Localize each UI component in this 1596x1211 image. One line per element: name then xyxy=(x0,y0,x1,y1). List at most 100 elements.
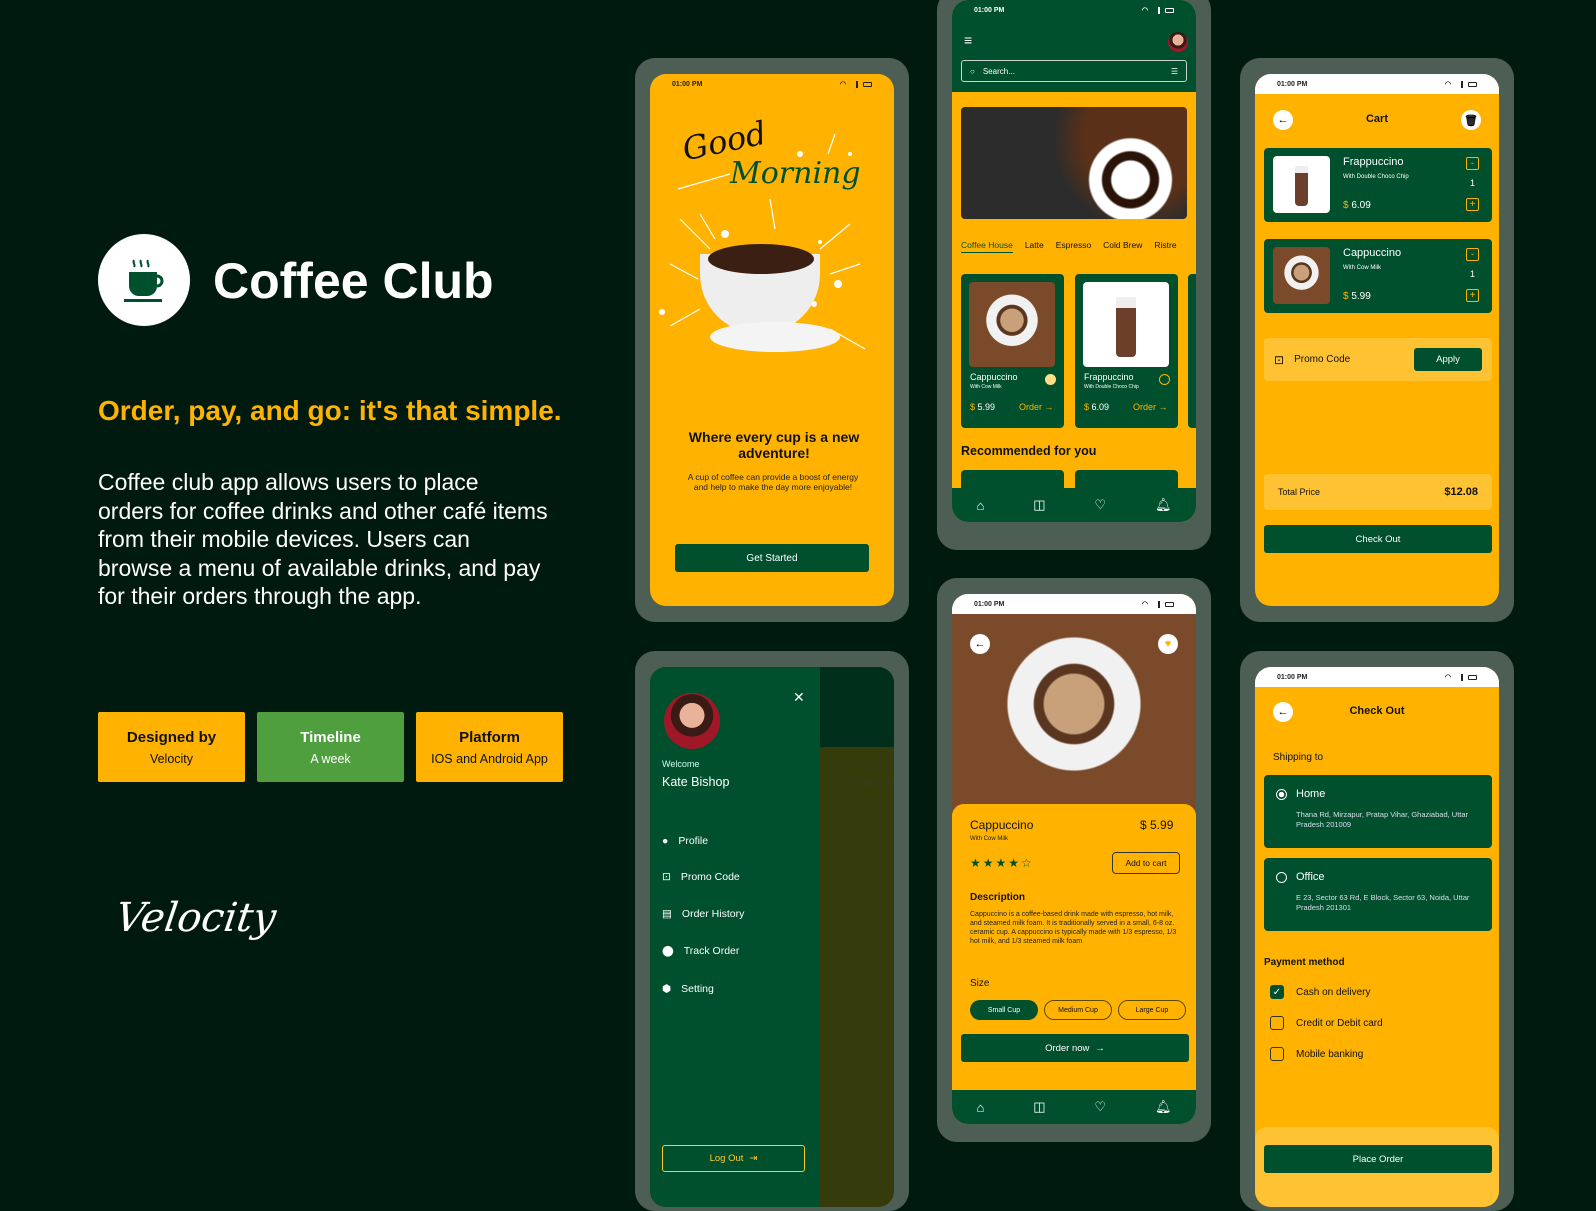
promo-code-row: ⊡ Promo Code Apply xyxy=(1264,338,1492,381)
bell-icon[interactable]: 🔔︎ xyxy=(1155,1099,1172,1115)
receipt-icon: ▤ xyxy=(662,908,672,920)
item-price: 6.09 xyxy=(1351,200,1371,211)
total-price: $12.08 xyxy=(1444,486,1478,498)
checkbox-unchecked[interactable] xyxy=(1270,1047,1284,1061)
drawer-item-track-order[interactable]: ⬤ Track Order xyxy=(662,945,739,957)
logout-button[interactable]: Log Out ⇥ xyxy=(662,1145,805,1172)
tab-coffee-house[interactable]: Coffee House xyxy=(961,240,1013,253)
drawer-item-setting[interactable]: ⬢ Setting xyxy=(662,983,714,995)
apply-button[interactable]: Apply xyxy=(1414,348,1482,371)
product-price: 6.09 xyxy=(1091,402,1110,412)
gear-icon: ⬢ xyxy=(662,983,672,995)
quantity: 1 xyxy=(1470,178,1476,188)
size-large-cup[interactable]: Large Cup xyxy=(1118,1000,1186,1020)
product-card[interactable]: Frappuccino With Double Choco Chip $ 6.0… xyxy=(1075,274,1178,428)
cappuccino-image xyxy=(969,282,1055,367)
product-subtitle: With Cow Milk xyxy=(970,836,1009,842)
bell-icon[interactable]: 🔔︎ xyxy=(1155,497,1172,513)
back-button[interactable]: ← xyxy=(970,634,990,654)
app-logo xyxy=(98,234,190,326)
favorite-icon[interactable] xyxy=(1159,374,1170,385)
get-started-button[interactable]: Get Started xyxy=(675,544,869,572)
order-link[interactable]: Order → xyxy=(1019,402,1054,412)
phone-drawer: ar you Affordal ✕ Welcome Kate Bishop ● P… xyxy=(635,651,909,1211)
home-icon[interactable]: ⌂ xyxy=(976,1100,984,1115)
quantity: 1 xyxy=(1470,269,1476,279)
tab-espresso[interactable]: Espresso xyxy=(1056,240,1091,253)
product-name: Cappuccino xyxy=(970,818,1034,832)
category-tabs: Coffee House Latte Espresso Cold Brew Ri… xyxy=(961,240,1177,253)
trash-icon[interactable]: 🗑︎ xyxy=(1461,110,1481,130)
increase-qty-button[interactable]: + xyxy=(1466,289,1479,302)
payment-card[interactable]: Credit or Debit card xyxy=(1270,1016,1383,1030)
drawer-item-order-history[interactable]: ▤ Order History xyxy=(662,908,744,920)
product-card[interactable]: Cappuccino With Cow Milk $ 5.99 Order → xyxy=(961,274,1064,428)
favorite-button[interactable]: ♥ xyxy=(1158,634,1178,654)
bag-icon[interactable]: ◫ xyxy=(1033,1099,1045,1115)
increase-qty-button[interactable]: + xyxy=(1466,198,1479,211)
heart-icon[interactable]: ♡ xyxy=(1094,497,1106,513)
payment-mobile[interactable]: Mobile banking xyxy=(1270,1047,1363,1061)
item-name: Frappuccino xyxy=(1343,156,1404,168)
tab-ristretto[interactable]: Ristre xyxy=(1154,240,1176,253)
tab-latte[interactable]: Latte xyxy=(1025,240,1044,253)
checkbox-unchecked[interactable] xyxy=(1270,1016,1284,1030)
size-small-cup[interactable]: Small Cup xyxy=(970,1000,1038,1020)
location-pin-icon: ⬤ xyxy=(662,945,674,957)
address-home[interactable]: Home Thana Rd, Mirzapur, Pratap Vihar, G… xyxy=(1264,775,1492,848)
payment-cash[interactable]: ✓ Cash on delivery xyxy=(1270,985,1370,999)
phone-home: 01:00 PM ◠ ≡ ○ Search... ☰ Coffee House Lat… xyxy=(937,0,1211,550)
welcome-subtext: A cup of coffee can provide a boost of e… xyxy=(687,472,859,492)
coffee-cup-icon xyxy=(124,259,164,302)
product-price: $ 5.99 xyxy=(1140,818,1174,832)
checkout-button[interactable]: Check Out xyxy=(1264,525,1492,553)
product-subtitle: With Cow Milk xyxy=(970,384,1002,390)
phone-detail: 01:00 PM ◠ ← ♥ Cappuccino $ 5.99 With Cow… xyxy=(937,578,1211,1142)
drawer-item-profile[interactable]: ● Profile xyxy=(662,835,708,847)
item-price: 5.99 xyxy=(1351,291,1371,302)
welcome-label: Welcome xyxy=(662,759,700,769)
app-title: Coffee Club xyxy=(213,253,494,309)
cart-item: Frappuccino With Double Choco Chip $ 6.0… xyxy=(1264,148,1492,222)
filter-icon[interactable]: ☰ xyxy=(1171,67,1178,76)
promo-banner[interactable] xyxy=(961,107,1187,219)
order-now-button[interactable]: Order now → xyxy=(961,1034,1189,1062)
place-order-button[interactable]: Place Order xyxy=(1264,1145,1492,1173)
hamburger-menu-icon[interactable]: ≡ xyxy=(964,32,972,48)
close-icon[interactable]: ✕ xyxy=(793,689,805,706)
bag-icon[interactable]: ◫ xyxy=(1033,497,1045,513)
tagline: Order, pay, and go: it's that simple. xyxy=(98,395,562,426)
size-medium-cup[interactable]: Medium Cup xyxy=(1044,1000,1112,1020)
decrease-qty-button[interactable]: - xyxy=(1466,248,1479,261)
address-office[interactable]: Office E 23, Sector 63 Rd, E Block, Sect… xyxy=(1264,858,1492,931)
radio-selected[interactable] xyxy=(1276,789,1287,800)
shipping-heading: Shipping to xyxy=(1273,752,1324,763)
side-drawer: ✕ Welcome Kate Bishop ● Profile ⊡ Promo Co… xyxy=(650,667,820,1207)
status-bar: 01:00 PM ◠ xyxy=(952,0,1196,20)
tab-cold-brew[interactable]: Cold Brew xyxy=(1103,240,1142,253)
product-price: 5.99 xyxy=(977,402,996,412)
ticket-icon: ⊡ xyxy=(662,871,671,883)
favorite-icon[interactable] xyxy=(1045,374,1056,385)
status-bar: 01:00 PM ◠ xyxy=(650,74,894,94)
decrease-qty-button[interactable]: - xyxy=(1466,157,1479,170)
size-options: Small Cup Medium Cup Large Cup xyxy=(970,1000,1186,1020)
search-icon: ○ xyxy=(970,66,975,76)
home-icon[interactable]: ⌂ xyxy=(976,498,984,513)
add-to-cart-button[interactable]: Add to cart xyxy=(1112,852,1180,874)
saucer xyxy=(710,322,840,352)
cart-item: Cappuccino With Cow Milk $ 5.99 - 1 + xyxy=(1264,239,1492,313)
info-platform: Platform IOS and Android App xyxy=(416,712,563,782)
search-input[interactable]: ○ Search... ☰ xyxy=(961,60,1187,82)
phone-welcome: 01:00 PM ◠ Good Morning Where every cup i… xyxy=(635,58,909,622)
drawer-item-promo-code[interactable]: ⊡ Promo Code xyxy=(662,871,740,883)
item-name: Cappuccino xyxy=(1343,247,1402,259)
user-avatar[interactable] xyxy=(1168,32,1188,52)
designer-signature: Velocity xyxy=(112,895,279,941)
order-link[interactable]: Order → xyxy=(1133,402,1168,412)
heart-icon[interactable]: ♡ xyxy=(1094,1099,1106,1115)
radio-unselected[interactable] xyxy=(1276,872,1287,883)
phone-cart: 01:00 PM ◠ ← Cart 🗑︎ Frappuccino With Dou… xyxy=(1240,58,1514,622)
checkbox-checked[interactable]: ✓ xyxy=(1270,985,1284,999)
user-avatar xyxy=(664,693,720,749)
